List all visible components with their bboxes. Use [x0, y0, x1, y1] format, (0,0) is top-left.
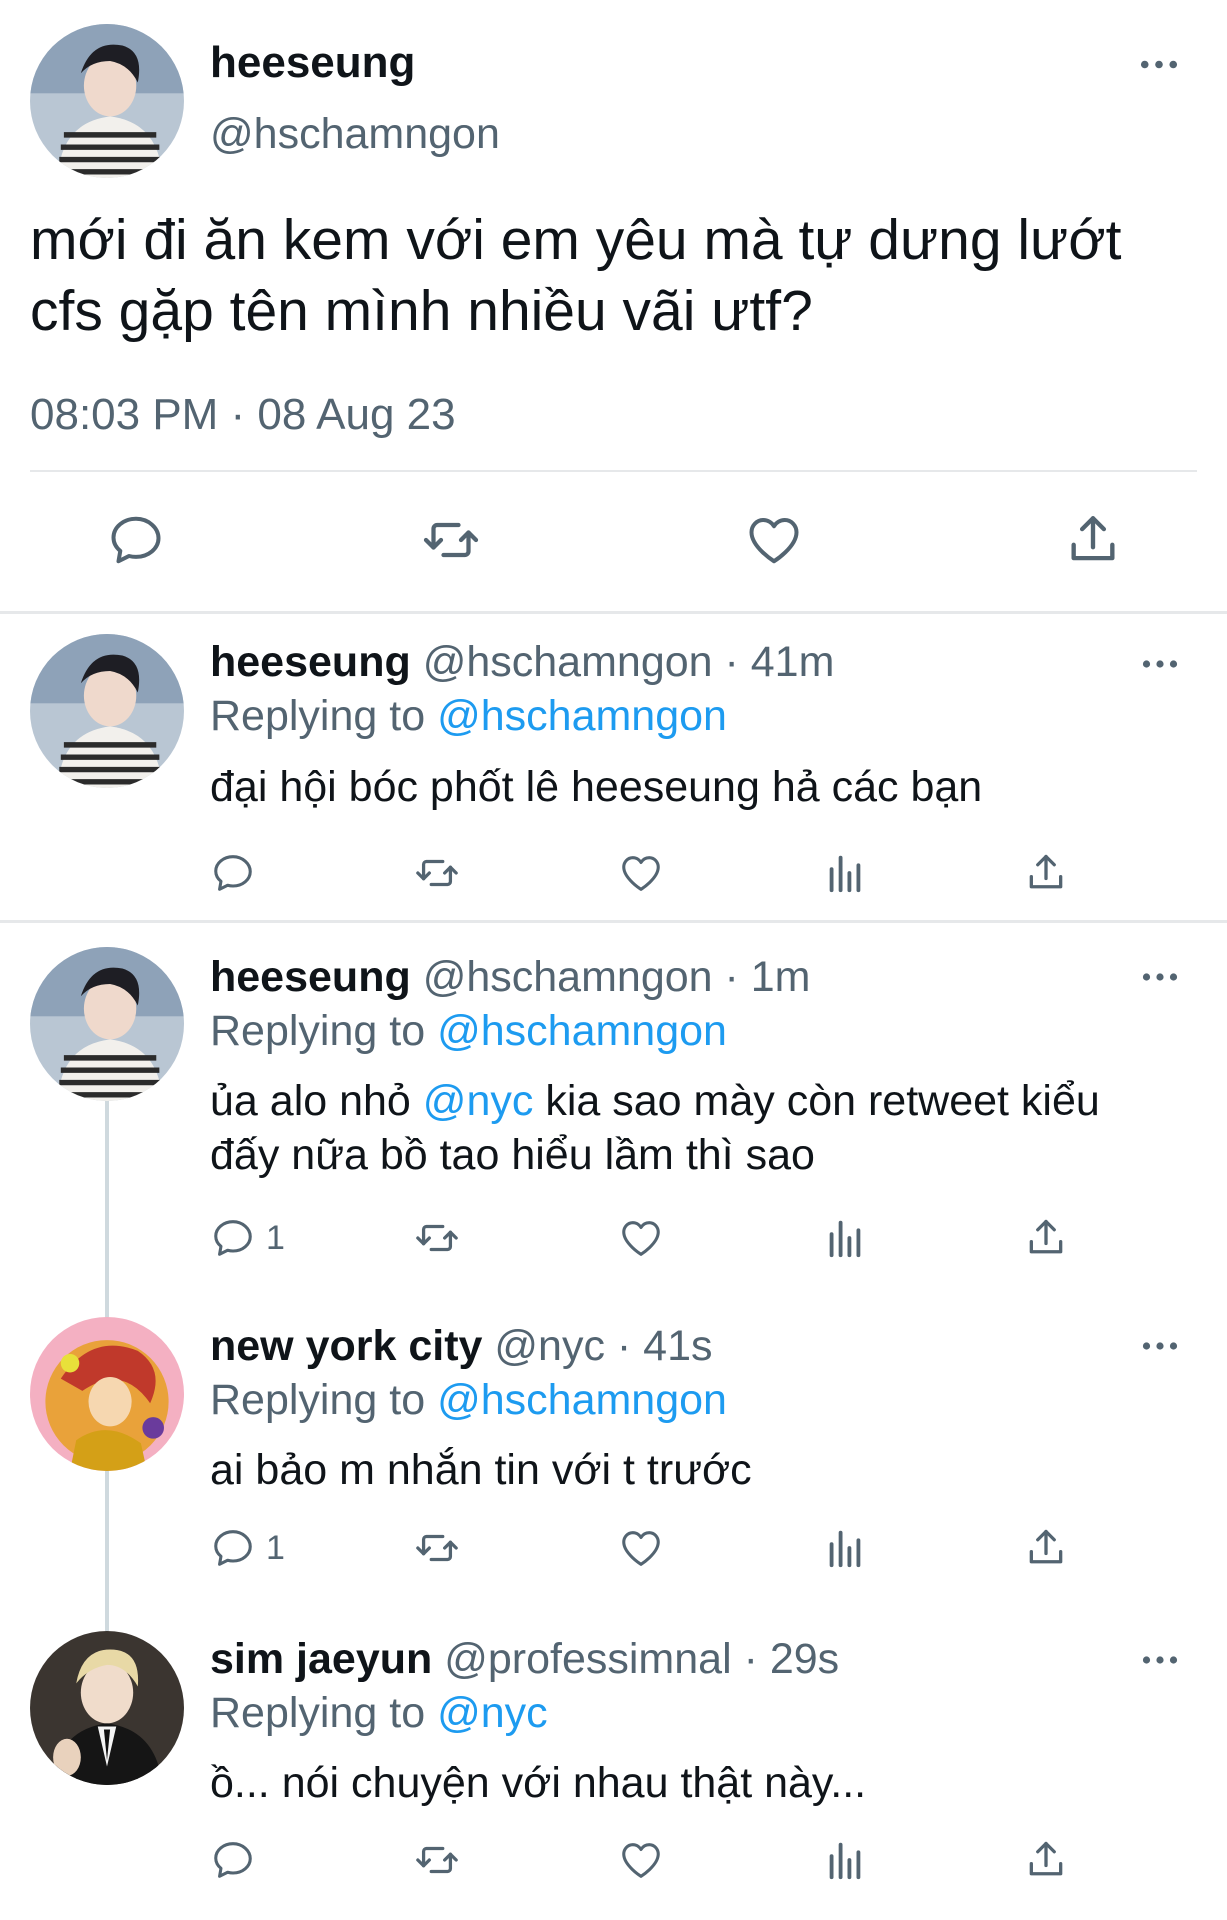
reply-tweet[interactable]: new york city @nyc · 41s Replying to @hs… — [0, 1295, 1227, 1613]
tweet-timestamp: 08:03 PM · 08 Aug 23 — [30, 390, 456, 439]
retweet-icon[interactable] — [412, 1837, 462, 1888]
mention-link[interactable]: @nyc — [423, 1077, 534, 1125]
reply-text: ồ... nói chuyện với nhau thật này... — [210, 1759, 867, 1807]
share-icon[interactable] — [1064, 510, 1122, 570]
author-meta: @professimnal · 29s — [444, 1635, 840, 1683]
more-icon[interactable] — [1142, 1653, 1178, 1671]
stats-icon[interactable] — [822, 1837, 868, 1888]
mention-link[interactable]: @hschamngon — [437, 1376, 727, 1424]
author-meta: @hschamngon · 1m — [422, 953, 811, 1001]
author-handle[interactable]: @hschamngon — [210, 110, 500, 159]
author-meta: @hschamngon · 41m — [422, 638, 835, 686]
reply-header: new york city @nyc · 41s — [210, 1322, 713, 1371]
like-icon[interactable] — [618, 1525, 664, 1576]
more-icon[interactable] — [1142, 657, 1178, 675]
retweet-icon[interactable] — [412, 1525, 462, 1576]
mention-link[interactable]: @nyc — [437, 1689, 548, 1737]
avatar[interactable] — [30, 24, 184, 178]
replying-to: Replying to @hschamngon — [210, 692, 727, 740]
author-name[interactable]: heeseung — [210, 638, 411, 686]
reply-icon[interactable] — [106, 510, 166, 570]
replying-to: Replying to @hschamngon — [210, 1007, 727, 1055]
stats-icon[interactable] — [822, 1215, 868, 1266]
reply-icon[interactable] — [210, 850, 256, 901]
author-name[interactable]: sim jaeyun — [210, 1635, 432, 1683]
retweet-icon[interactable] — [420, 510, 482, 570]
reply-icon[interactable] — [210, 1525, 256, 1576]
replying-to: Replying to @hschamngon — [210, 1376, 727, 1424]
share-icon[interactable] — [1024, 850, 1068, 901]
like-icon[interactable] — [618, 1215, 664, 1266]
main-tweet: heeseung @hschamngon mới đi ăn kem với e… — [0, 0, 1227, 614]
like-icon[interactable] — [744, 510, 804, 570]
like-icon[interactable] — [618, 1837, 664, 1888]
mention-link[interactable]: @hschamngon — [437, 1007, 727, 1055]
reply-text: đại hội bóc phốt lê heeseung hả các bạn — [210, 763, 983, 811]
reply-header: heeseung @hschamngon · 41m — [210, 638, 834, 687]
stats-icon[interactable] — [822, 850, 868, 901]
divider — [30, 470, 1197, 472]
share-icon[interactable] — [1024, 1215, 1068, 1266]
avatar[interactable] — [30, 634, 184, 788]
reply-tweet[interactable]: heeseung @hschamngon · 1m Replying to @h… — [0, 923, 1227, 1295]
reply-text: ai bảo m nhắn tin với t trước — [210, 1446, 752, 1494]
replying-to: Replying to @nyc — [210, 1689, 548, 1737]
reply-count: 1 — [266, 1219, 285, 1257]
author-name[interactable]: heeseung — [210, 953, 411, 1001]
reply-icon[interactable] — [210, 1215, 256, 1266]
reply-count: 1 — [266, 1529, 285, 1567]
more-icon[interactable] — [1142, 1339, 1178, 1357]
author-name[interactable]: heeseung — [210, 38, 415, 88]
retweet-icon[interactable] — [412, 1215, 462, 1266]
author-meta: @nyc · 41s — [494, 1322, 713, 1370]
more-icon[interactable] — [1142, 970, 1178, 988]
reply-tweet[interactable]: heeseung @hschamngon · 41m Replying to @… — [0, 614, 1227, 920]
more-icon[interactable] — [1140, 58, 1178, 71]
reply-text: ủa alo nhỏ @nyc kia sao mày còn retweet … — [210, 1077, 1100, 1179]
reply-icon[interactable] — [210, 1837, 256, 1888]
share-icon[interactable] — [1024, 1525, 1068, 1576]
reply-header: heeseung @hschamngon · 1m — [210, 953, 811, 1002]
share-icon[interactable] — [1024, 1837, 1068, 1888]
avatar[interactable] — [30, 947, 184, 1101]
reply-header: sim jaeyun @professimnal · 29s — [210, 1635, 839, 1684]
mention-link[interactable]: @hschamngon — [437, 692, 727, 740]
stats-icon[interactable] — [822, 1525, 868, 1576]
tweet-text: mới đi ăn kem với em yêu mà tự dưng lướt… — [30, 208, 1122, 343]
avatar[interactable] — [30, 1317, 184, 1471]
reply-tweet[interactable]: sim jaeyun @professimnal · 29s Replying … — [0, 1613, 1227, 1920]
like-icon[interactable] — [618, 850, 664, 901]
author-name[interactable]: new york city — [210, 1322, 482, 1370]
retweet-icon[interactable] — [412, 850, 462, 901]
avatar[interactable] — [30, 1631, 184, 1785]
